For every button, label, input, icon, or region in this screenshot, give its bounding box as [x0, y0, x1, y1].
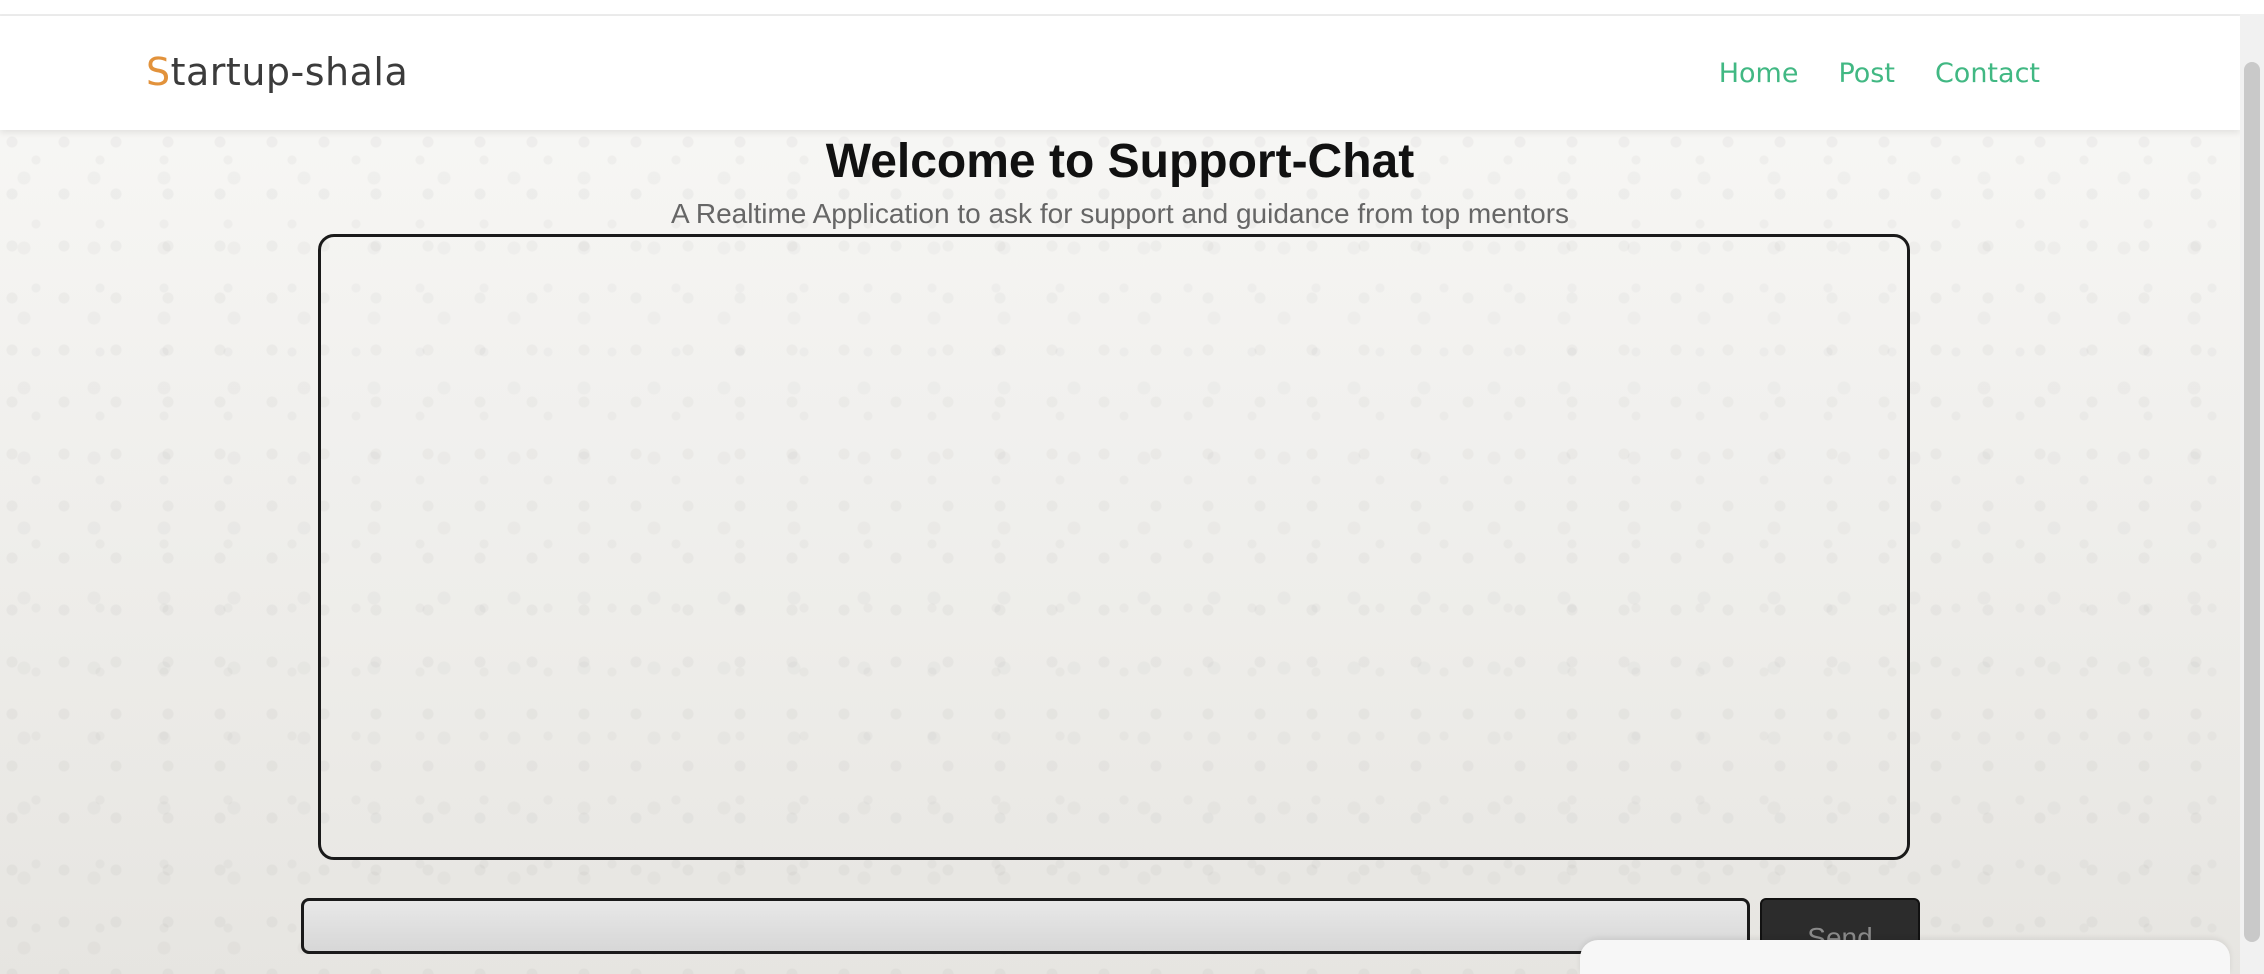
- navbar: Startup-shala Home Post Contact: [0, 16, 2240, 130]
- scrollbar-thumb[interactable]: [2244, 62, 2260, 942]
- overlay-panel-edge: [1580, 940, 2230, 974]
- page-scrollbar[interactable]: [2240, 14, 2264, 974]
- nav-link-home[interactable]: Home: [1719, 58, 1799, 89]
- nav-link-contact[interactable]: Contact: [1935, 58, 2040, 89]
- brand-first-letter: S: [146, 50, 171, 94]
- browser-top-edge: [0, 0, 2264, 16]
- nav-links: Home Post Contact: [1719, 58, 2040, 89]
- brand-logo[interactable]: Startup-shala: [146, 50, 408, 94]
- chat-messages-area[interactable]: [318, 234, 1910, 860]
- nav-link-post[interactable]: Post: [1838, 58, 1895, 89]
- message-input[interactable]: [301, 898, 1750, 954]
- brand-name-rest: tartup-shala: [170, 50, 409, 94]
- page-subtitle: A Realtime Application to ask for suppor…: [670, 198, 1570, 229]
- page-title: Welcome to Support-Chat: [825, 135, 1415, 188]
